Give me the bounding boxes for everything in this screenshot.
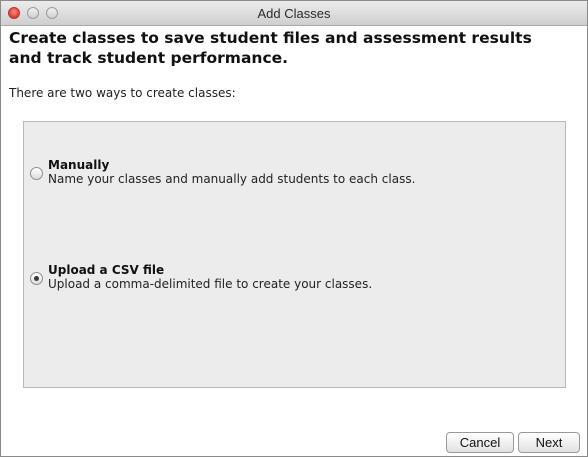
option-manually-label: Manually <box>48 158 110 172</box>
options-panel: Manually Name your classes and manually … <box>23 121 566 388</box>
option-upload-csv[interactable]: Upload a CSV file Upload a comma-delimit… <box>30 264 372 292</box>
option-upload-csv-label: Upload a CSV file <box>48 263 165 277</box>
intro-text: There are two ways to create classes: <box>9 86 236 100</box>
next-button[interactable]: Next <box>518 432 580 453</box>
manually-radio-button[interactable] <box>30 167 43 180</box>
page-heading: Create classes to save student files and… <box>9 29 532 67</box>
option-manually-description: Name your classes and manually add stude… <box>48 172 416 186</box>
option-upload-csv-text: Upload a CSV file Upload a comma-delimit… <box>48 264 372 292</box>
option-upload-csv-description: Upload a comma-delimited file to create … <box>48 277 373 291</box>
upload-csv-radio-button[interactable] <box>30 272 43 285</box>
option-manually-text: Manually Name your classes and manually … <box>48 159 415 187</box>
title-bar: Add Classes <box>1 1 587 26</box>
add-classes-window: Add Classes Create classes to save stude… <box>0 0 588 457</box>
cancel-button[interactable]: Cancel <box>446 432 514 453</box>
window-title: Add Classes <box>257 6 331 21</box>
option-manually[interactable]: Manually Name your classes and manually … <box>30 159 415 187</box>
